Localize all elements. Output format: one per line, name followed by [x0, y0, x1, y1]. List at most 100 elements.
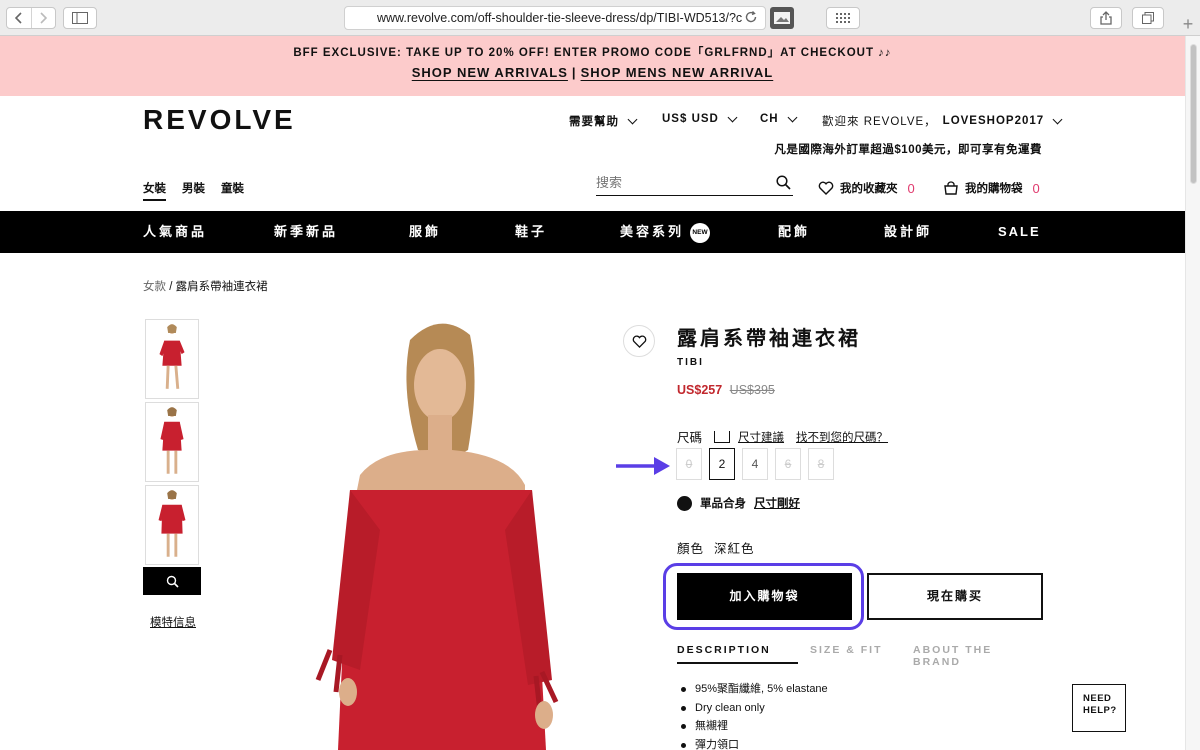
chevron-down-icon: [727, 112, 738, 122]
nav-item-clothing[interactable]: 服飾: [409, 211, 441, 253]
breadcrumb-parent[interactable]: 女款: [143, 281, 166, 293]
promo-separator: |: [571, 65, 577, 80]
shop-mens-new-arrival-link[interactable]: SHOP MENS NEW ARRIVAL: [581, 65, 774, 80]
product-thumbnail-3[interactable]: [145, 485, 199, 565]
currency-menu[interactable]: US$ USD: [662, 112, 738, 125]
reload-icon: [745, 11, 757, 23]
size-label: 尺碼: [677, 431, 703, 445]
size-header: 尺碼 尺寸建議 找不到您的尺碼？: [677, 427, 888, 446]
annotation-arrow-icon: [616, 457, 670, 475]
new-tab-button[interactable]: +: [1178, 14, 1198, 34]
active-tab-underline: [677, 662, 798, 664]
breadcrumb: 女款 / 露肩系帶袖連衣裙: [143, 278, 268, 294]
reload-button[interactable]: [744, 10, 760, 26]
history-nav: [6, 7, 56, 29]
tab-size-fit[interactable]: SIZE & FIT: [810, 644, 883, 656]
chevron-down-icon: [787, 112, 798, 122]
region-menu[interactable]: CH: [760, 112, 798, 125]
welcome-text: 歡迎來 REVOLVE，: [822, 116, 937, 128]
tab-women[interactable]: 女裝: [143, 180, 166, 201]
tab-description[interactable]: DESCRIPTION: [677, 644, 771, 656]
help-label: 需要幫助: [569, 116, 619, 128]
back-button[interactable]: [7, 8, 31, 28]
color-value: 深紅色: [714, 542, 755, 556]
size-option-0[interactable]: 0: [676, 448, 702, 480]
nav-item-beauty[interactable]: 美容系列 NEW: [620, 211, 711, 253]
fit-value-link[interactable]: 尺寸剛好: [754, 495, 800, 511]
product-thumbnail-2[interactable]: [145, 402, 199, 482]
add-to-bag-button[interactable]: 加入購物袋: [677, 573, 852, 620]
forward-button[interactable]: [30, 8, 56, 28]
nav-item-sale[interactable]: SALE: [998, 211, 1041, 253]
fit-info: 單品合身 尺寸剛好: [677, 495, 800, 511]
page-scrollbar[interactable]: [1185, 36, 1200, 750]
wishlist-label: 我的收藏夾: [840, 183, 898, 195]
need-help-widget[interactable]: NEED HELP?: [1072, 684, 1126, 732]
zoom-button[interactable]: [143, 567, 201, 595]
share-icon: [1100, 11, 1112, 25]
list-item: 無襯裡: [681, 717, 828, 736]
tab-kids[interactable]: 童裝: [221, 180, 244, 201]
size-option-2[interactable]: 2: [709, 448, 735, 480]
size-option-8[interactable]: 8: [808, 448, 834, 480]
shop-new-arrivals-link[interactable]: SHOP NEW ARRIVALS: [412, 65, 568, 80]
color-info: 顏色 深紅色: [677, 538, 755, 557]
currency-label: US$ USD: [662, 113, 719, 125]
region-label: CH: [760, 113, 779, 125]
show-tabs-button[interactable]: [1132, 7, 1164, 29]
bag-label: 我的購物袋: [965, 183, 1023, 195]
product-thumbnail-1[interactable]: [145, 319, 199, 399]
buy-now-button[interactable]: 現在購买: [867, 573, 1043, 620]
need-help-line1: NEED: [1083, 693, 1112, 704]
add-to-wishlist-button[interactable]: [623, 325, 655, 357]
size-option-6[interactable]: 6: [775, 448, 801, 480]
tab-about-brand[interactable]: ABOUT THE BRAND: [913, 644, 1043, 668]
shopping-bag-icon: [944, 181, 958, 195]
promo-links: SHOP NEW ARRIVALS | SHOP MENS NEW ARRIVAL: [0, 65, 1185, 80]
site-logo[interactable]: REVOLVE: [143, 104, 296, 136]
username: LOVESHOP2017: [942, 115, 1045, 127]
need-help-line2: HELP?: [1083, 705, 1117, 716]
share-button[interactable]: [1090, 7, 1122, 29]
search-icon[interactable]: [776, 175, 791, 190]
sidebar-toggle-button[interactable]: [63, 7, 97, 29]
breadcrumb-separator: /: [169, 281, 173, 293]
nav-item-accessories[interactable]: 配飾: [778, 211, 810, 253]
address-bar[interactable]: www.revolve.com/off-shoulder-tie-sleeve-…: [344, 6, 766, 30]
shopping-bag-link[interactable]: 我的購物袋 0: [943, 180, 1040, 196]
new-badge: NEW: [690, 222, 711, 243]
help-menu[interactable]: 需要幫助: [569, 113, 638, 129]
scrollbar-thumb[interactable]: [1190, 44, 1197, 184]
size-missing-link[interactable]: 找不到您的尺碼？: [796, 429, 888, 445]
color-label: 顏色: [677, 542, 705, 556]
list-item: 95%聚酯纖維, 5% elastane: [681, 680, 828, 699]
product-detail-tabs: DESCRIPTION SIZE & FIT ABOUT THE BRAND: [677, 644, 1043, 668]
tab-men[interactable]: 男裝: [182, 180, 205, 201]
search-input[interactable]: [596, 176, 766, 191]
nav-item-popular[interactable]: 人氣商品: [143, 211, 207, 253]
promo-text: BFF EXCLUSIVE: TAKE UP TO 20% OFF! ENTER…: [293, 47, 892, 59]
tab-overview-button[interactable]: [826, 7, 860, 29]
size-option-4[interactable]: 4: [742, 448, 768, 480]
model-info-link[interactable]: 模特信息: [150, 614, 196, 630]
description-list: 95%聚酯纖維, 5% elastane Dry clean only 無襯裡 …: [681, 680, 828, 750]
wishlist-count: 0: [907, 180, 915, 196]
reader-icon[interactable]: [770, 7, 794, 29]
nav-item-designers[interactable]: 設計師: [884, 211, 932, 253]
grid-icon: [836, 13, 850, 23]
browser-toolbar: www.revolve.com/off-shoulder-tie-sleeve-…: [0, 0, 1200, 36]
chevron-down-icon: [1052, 114, 1063, 124]
account-menu[interactable]: 歡迎來 REVOLVE， LOVESHOP2017: [822, 113, 1063, 129]
wishlist-link[interactable]: 我的收藏夾 0: [818, 180, 915, 196]
nav-item-new-season[interactable]: 新季新品: [274, 211, 338, 253]
product-main-image[interactable]: [300, 300, 590, 750]
nav-item-shoes[interactable]: 鞋子: [515, 211, 547, 253]
original-price: US$395: [729, 383, 775, 397]
chevron-left-icon: [14, 12, 22, 24]
breadcrumb-current: 露肩系帶袖連衣裙: [175, 281, 268, 293]
size-guide-link[interactable]: 尺寸建議: [738, 429, 784, 445]
promo-banner: BFF EXCLUSIVE: TAKE UP TO 20% OFF! ENTER…: [0, 36, 1185, 96]
product-brand[interactable]: TIBI: [677, 357, 704, 368]
magnifier-icon: [166, 575, 179, 588]
chevron-down-icon: [627, 114, 638, 124]
